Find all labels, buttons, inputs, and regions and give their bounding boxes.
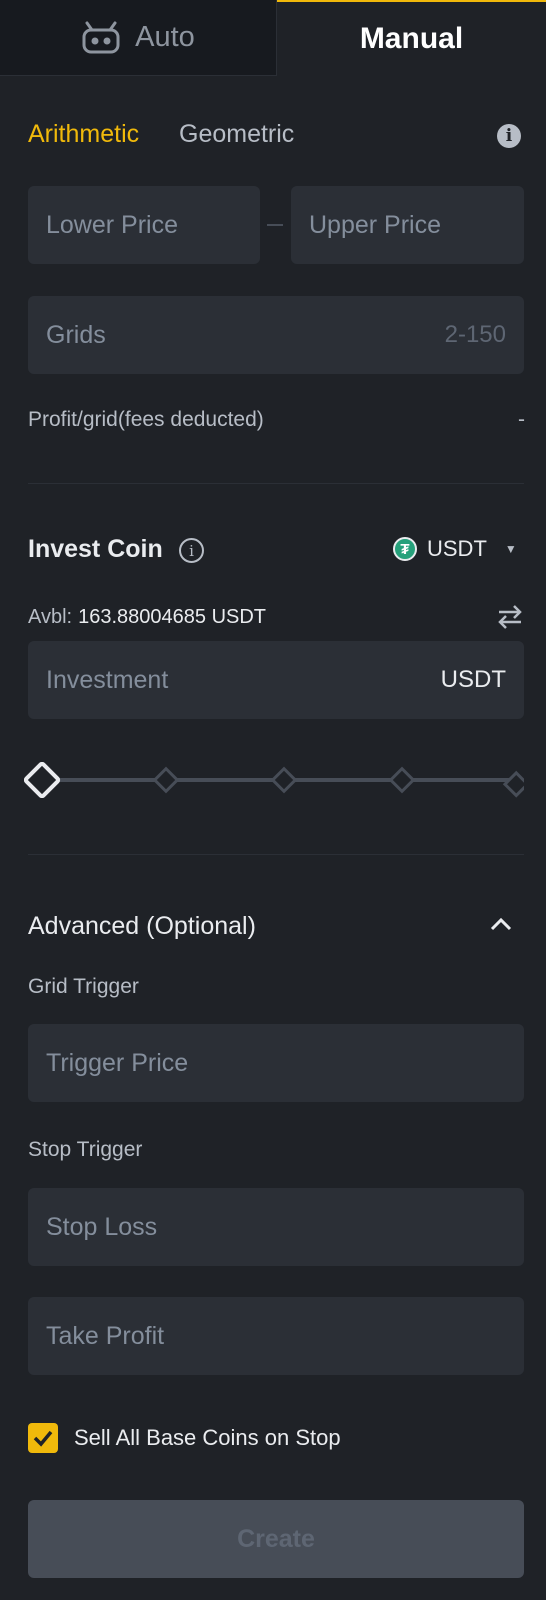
grid-trigger-label: Grid Trigger <box>28 975 139 998</box>
upper-price-input[interactable] <box>309 210 506 240</box>
upper-price-field[interactable] <box>291 186 524 264</box>
take-profit-field[interactable] <box>28 1297 524 1375</box>
info-icon[interactable]: i <box>497 124 521 148</box>
tab-auto-label: Auto <box>135 21 195 53</box>
slider-step-100[interactable] <box>502 770 524 798</box>
avbl-label: Avbl: <box>28 606 73 628</box>
arithmetic-option[interactable]: Arithmetic <box>28 120 139 149</box>
slider-step-50[interactable] <box>270 766 298 794</box>
profit-per-grid-value: - <box>518 408 525 431</box>
caret-down-icon: ▼ <box>504 542 517 556</box>
transfer-icon[interactable] <box>496 604 524 630</box>
geometric-option[interactable]: Geometric <box>179 120 294 149</box>
mode-tabs: Auto Manual <box>0 0 546 76</box>
investment-slider[interactable] <box>24 762 524 798</box>
tether-icon: ₮ <box>393 537 417 561</box>
robot-icon <box>82 21 120 53</box>
sell-all-label[interactable]: Sell All Base Coins on Stop <box>74 1425 341 1451</box>
range-dash <box>267 224 283 226</box>
trigger-price-input[interactable] <box>46 1048 506 1078</box>
tab-manual[interactable]: Manual <box>277 0 546 76</box>
lower-price-field[interactable] <box>28 186 260 264</box>
advanced-title: Advanced (Optional) <box>28 912 256 940</box>
grids-range-hint: 2-150 <box>444 321 506 348</box>
stop-trigger-label: Stop Trigger <box>28 1138 143 1161</box>
investment-field[interactable]: USDT <box>28 641 524 719</box>
invest-info-icon[interactable]: i <box>179 538 204 563</box>
chevron-up-icon[interactable] <box>488 914 514 934</box>
invest-coin-title: Invest Coin <box>28 535 163 563</box>
slider-step-75[interactable] <box>388 766 416 794</box>
investment-unit: USDT <box>440 666 506 693</box>
tab-manual-label: Manual <box>359 22 464 55</box>
profit-per-grid-label: Profit/grid(fees deducted) <box>28 408 264 431</box>
divider <box>28 854 524 855</box>
available-balance: Avbl: 163.88004685 USDT <box>28 606 266 629</box>
create-button[interactable]: Create <box>28 1500 524 1578</box>
grids-field[interactable]: 2-150 <box>28 296 524 374</box>
slider-step-25[interactable] <box>152 766 180 794</box>
lower-price-input[interactable] <box>46 210 242 240</box>
sell-all-checkbox[interactable] <box>28 1423 58 1453</box>
stop-loss-input[interactable] <box>46 1212 506 1242</box>
divider <box>28 483 524 484</box>
stop-loss-field[interactable] <box>28 1188 524 1266</box>
trigger-price-field[interactable] <box>28 1024 524 1102</box>
slider-handle[interactable] <box>24 762 61 798</box>
checkmark-icon <box>33 1430 53 1447</box>
coin-name: USDT <box>427 536 487 561</box>
tab-auto[interactable]: Auto <box>0 0 277 76</box>
grids-input[interactable] <box>46 320 445 350</box>
coin-selector[interactable]: ₮ USDT ▼ <box>393 536 517 562</box>
investment-input[interactable] <box>46 665 441 695</box>
avbl-value: 163.88004685 USDT <box>78 606 267 628</box>
take-profit-input[interactable] <box>46 1321 506 1351</box>
